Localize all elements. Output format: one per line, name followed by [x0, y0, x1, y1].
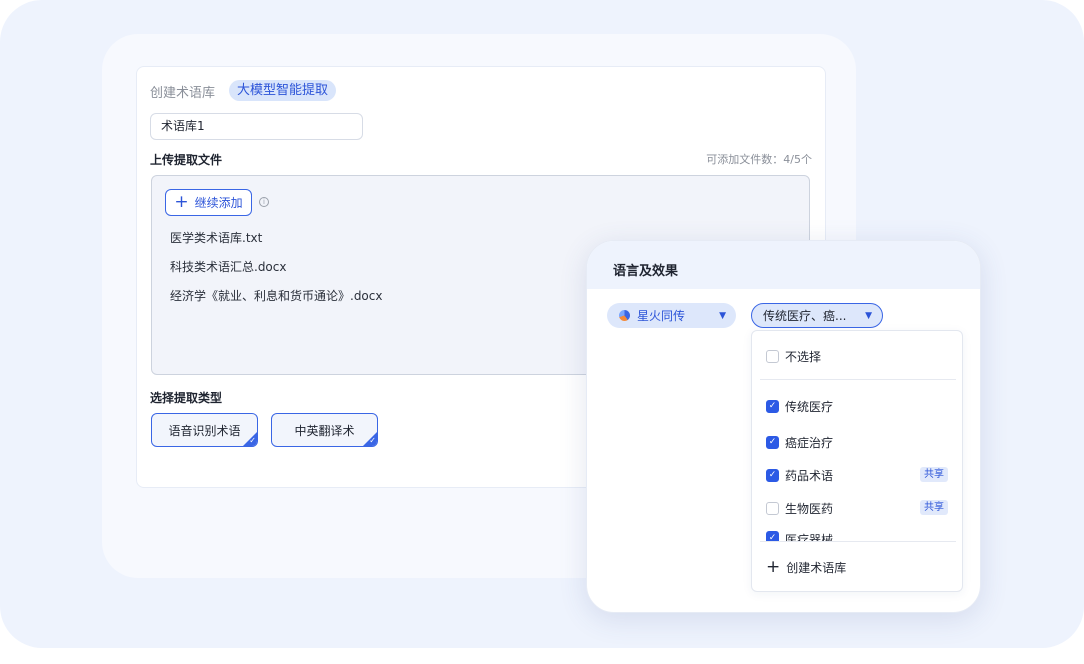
info-icon[interactable]: i	[259, 197, 269, 207]
engine-select-value: 星火同传	[637, 309, 686, 323]
option-label: 传统医疗	[785, 399, 834, 414]
option-label: 药品术语	[785, 468, 834, 483]
type-option-speech[interactable]: 语音识别术语 ✓	[151, 413, 258, 447]
create-glossary-button[interactable]: + 创建术语库	[766, 559, 846, 576]
plus-icon: +	[174, 192, 189, 212]
shared-badge: 共享	[920, 467, 948, 482]
divider	[760, 541, 956, 542]
popup-title: 语言及效果	[613, 264, 679, 279]
language-effect-popup: 语言及效果 星火同传 ▼ 传统医疗、癌... ▼ 不选择 ✓ 传统医疗 ✓ 癌症…	[586, 240, 981, 613]
page-title: 创建术语库	[150, 86, 216, 101]
glossary-name-input[interactable]: 术语库1	[150, 113, 363, 140]
file-item: 医学类术语库.txt	[170, 231, 263, 245]
checkbox-checked[interactable]: ✓	[766, 531, 779, 541]
checkbox-checked[interactable]: ✓	[766, 435, 779, 449]
file-count-note: 可添加文件数：4/5个	[706, 153, 812, 166]
domain-dropdown: 不选择 ✓ 传统医疗 ✓ 癌症治疗 ✓ 药品术语 共享 生物医药 共享 ✓ 医疗…	[751, 330, 963, 592]
option-traditional-medicine[interactable]: ✓ 传统医疗	[766, 398, 833, 414]
option-none[interactable]: 不选择	[766, 348, 821, 364]
option-medical-devices[interactable]: ✓ 医疗器械	[766, 531, 833, 541]
continue-add-label: 继续添加	[194, 196, 243, 210]
caret-down-icon: ▼	[719, 310, 726, 321]
check-icon: ✓	[369, 436, 376, 445]
upload-label: 上传提取文件	[150, 153, 223, 167]
checkbox[interactable]	[766, 501, 779, 515]
checkbox[interactable]	[766, 349, 779, 363]
plus-icon: +	[766, 557, 781, 577]
option-label: 生物医药	[785, 501, 834, 516]
option-label: 医疗器械	[785, 533, 834, 541]
create-glossary-label: 创建术语库	[786, 561, 847, 575]
option-biomedicine[interactable]: 生物医药	[766, 500, 833, 516]
engine-select[interactable]: 星火同传 ▼	[607, 303, 736, 328]
checkbox-checked[interactable]: ✓	[766, 468, 779, 482]
option-label: 不选择	[785, 349, 822, 364]
continue-add-button[interactable]: + 继续添加	[165, 189, 252, 216]
domain-select-value: 传统医疗、癌...	[763, 309, 847, 323]
shared-badge: 共享	[920, 500, 948, 515]
caret-down-icon: ▼	[865, 310, 872, 321]
option-label: 癌症治疗	[785, 435, 834, 450]
type-option-label: 中英翻译术	[294, 423, 355, 438]
spark-logo-icon	[619, 310, 630, 321]
divider	[760, 379, 956, 380]
domain-select[interactable]: 传统医疗、癌... ▼	[751, 303, 883, 328]
type-option-translate[interactable]: 中英翻译术 ✓	[271, 413, 378, 447]
checkbox-checked[interactable]: ✓	[766, 399, 779, 413]
extract-type-label: 选择提取类型	[150, 391, 223, 405]
file-item: 科技类术语汇总.docx	[170, 260, 287, 274]
ai-extract-tag[interactable]: 大模型智能提取	[229, 80, 337, 101]
option-cancer-treatment[interactable]: ✓ 癌症治疗	[766, 434, 833, 450]
file-item: 经济学《就业、利息和货币通论》.docx	[170, 289, 383, 303]
check-icon: ✓	[249, 436, 256, 445]
type-option-label: 语音识别术语	[168, 423, 241, 438]
option-drug-terms[interactable]: ✓ 药品术语	[766, 467, 833, 483]
